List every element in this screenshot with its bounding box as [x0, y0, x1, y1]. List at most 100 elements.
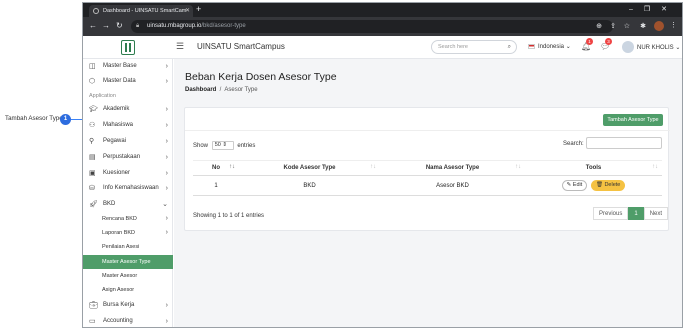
column-header-kode[interactable]: Kode Asesor Type ↑↓: [239, 160, 380, 176]
sidebar-item-pegawai[interactable]: ⚲ Pegawai ›: [83, 134, 173, 149]
breadcrumb: Dashboard / Asesor Type: [185, 87, 258, 93]
logo-icon[interactable]: [121, 40, 135, 55]
chevron-right-icon: ›: [165, 229, 168, 236]
sidebar-item-perpustakaan[interactable]: ▤ Perpustakaan ›: [83, 150, 173, 165]
extensions-icon[interactable]: ✱: [640, 22, 646, 30]
sidebar-item-akademik[interactable]: 🎓︎ Akademik ›: [83, 102, 173, 117]
briefcase-icon: 💼︎: [89, 302, 98, 309]
sidebar-item-label: Pegawai: [103, 138, 127, 144]
trash-icon: 🗑︎: [595, 182, 603, 188]
sidebar-sub-rencana-bkd[interactable]: Rencana BKD ›: [83, 212, 173, 226]
message-icon[interactable]: 💬︎ 3: [600, 38, 612, 51]
search-input[interactable]: Search here ⌕: [431, 40, 517, 54]
sidebar-item-accounting[interactable]: ▭ Accounting ›: [83, 314, 173, 327]
sidebar-sub-label: Penilaian Asesi: [102, 244, 140, 250]
reload-icon[interactable]: ↻: [116, 21, 123, 30]
sidebar-item-bkd[interactable]: 🚀︎ BKD ⌄: [83, 197, 173, 212]
breadcrumb-root[interactable]: Dashboard: [185, 87, 216, 93]
header-label: Nama Asesor Type: [425, 165, 480, 171]
sidebar-sub-label: Master Asesor Type: [102, 259, 151, 265]
entries-control: Show 50 ⇕ entries: [193, 141, 255, 150]
menu-icon[interactable]: ☰: [176, 41, 184, 52]
graduation-cap-icon: 🎓︎: [89, 106, 98, 113]
pencil-icon: ✎: [566, 182, 572, 188]
sidebar-sub-asign-asesor[interactable]: Asign Asesor: [83, 283, 173, 297]
sidebar-item-mahasiswa[interactable]: ⚇ Mahasiswa ›: [83, 118, 173, 133]
chevron-right-icon: ›: [165, 78, 168, 85]
language-select[interactable]: Indonesia ⌄: [528, 43, 571, 50]
message-badge: 3: [605, 38, 612, 45]
url-field[interactable]: 🔒︎ uinsatu.mbagroup.io/bkd/asesor-type: [131, 20, 613, 33]
chevron-down-icon: ⌄: [162, 201, 168, 208]
sidebar-item-master-data[interactable]: ⬡ Master Data ›: [83, 74, 173, 89]
sidebar-item-label: Info Kemahasiswaan: [103, 185, 159, 191]
rocket-icon: 🚀︎: [89, 201, 98, 208]
delete-button[interactable]: 🗑︎ Delete: [590, 180, 626, 191]
more-icon[interactable]: ⋮: [670, 21, 677, 29]
column-header-nama[interactable]: Nama Asesor Type ↑↓: [380, 160, 525, 176]
table-info: Showing 1 to 1 of 1 entries: [193, 213, 265, 219]
sidebar-sub-label: Rencana BKD: [102, 216, 137, 222]
window-controls[interactable]: –❐✕: [629, 5, 678, 13]
sidebar: ◫ Master Base › ⬡ Master Data › Application …: [83, 59, 173, 327]
page-title: Beban Kerja Dosen Asesor Type: [185, 71, 337, 83]
sidebar-item-label: Kuesioner: [103, 170, 131, 176]
sidebar-item-info-kemahasiswaan[interactable]: ⛁ Info Kemahasiswaan ›: [83, 181, 173, 196]
edit-button[interactable]: ✎ Edit: [561, 180, 588, 191]
next-page-button[interactable]: Next: [643, 207, 669, 220]
sidebar-item-bursa-kerja[interactable]: 💼︎ Bursa Kerja ›: [83, 298, 173, 313]
chevron-right-icon: ›: [165, 318, 168, 325]
entries-select[interactable]: 50 ⇕: [211, 141, 234, 150]
table-card: Tambah Asesor Type Show 50 ⇕ entries Sea…: [184, 107, 670, 231]
sidebar-sub-master-asesor[interactable]: Master Asesor: [83, 269, 173, 283]
star-icon[interactable]: ☆: [624, 22, 630, 30]
entries-value: 50: [214, 142, 221, 148]
previous-page-button[interactable]: Previous: [593, 207, 629, 220]
chevron-right-icon: ›: [165, 154, 168, 161]
sidebar-item-kuesioner[interactable]: ▣ Kuesioner ›: [83, 166, 173, 181]
flag-icon: [528, 43, 535, 49]
tab-title: Dashboard - UINSATU SmartCam: [103, 8, 187, 14]
page-1-button[interactable]: 1: [628, 207, 644, 220]
search-label: Search:: [563, 141, 584, 147]
back-icon[interactable]: ←: [89, 21, 97, 30]
column-header-tools[interactable]: Tools ↑↓: [525, 160, 662, 176]
lock-icon: 🔒︎: [136, 23, 140, 29]
browser-tab[interactable]: Dashboard - UINSATU SmartCam ✕: [89, 5, 193, 17]
bell-icon[interactable]: 🔔︎ 1: [581, 38, 593, 51]
zoom-icon[interactable]: ⊕: [596, 22, 602, 30]
pagination: Previous 1 Next: [593, 207, 669, 220]
add-asesor-type-button[interactable]: Tambah Asesor Type: [603, 114, 663, 126]
column-header-no[interactable]: No ↑↓: [193, 160, 239, 176]
chevron-right-icon: ›: [165, 106, 168, 113]
brand-title: UINSATU SmartCampus: [197, 42, 285, 51]
sidebar-sub-label: Asign Asesor: [102, 287, 135, 293]
sidebar-sub-laporan-bkd[interactable]: Laporan BKD ›: [83, 226, 173, 240]
sidebar-item-master-base[interactable]: ◫ Master Base ›: [83, 59, 173, 74]
delete-label: Delete: [604, 182, 621, 188]
database-icon: ⛁: [89, 185, 95, 192]
sort-icon: ↑↓: [229, 164, 235, 170]
url-host: uinsatu.mbagroup.io: [147, 23, 202, 29]
sort-icon: ↑↓: [652, 164, 658, 170]
new-tab-icon[interactable]: +: [196, 4, 201, 14]
cell-nama: Asesor BKD: [380, 175, 525, 196]
table-search-input[interactable]: [586, 137, 662, 149]
chevron-down-icon: ⌄: [565, 44, 571, 50]
sidebar-sub-master-asesor-type[interactable]: Master Asesor Type: [83, 255, 173, 269]
close-tab-icon[interactable]: ✕: [185, 5, 190, 17]
user-name-label: NUR KHOLIS: [637, 45, 674, 51]
user-icon: ⚲: [89, 138, 95, 145]
chevron-right-icon: ›: [165, 63, 168, 70]
sidebar-sub-penilaian-asesi[interactable]: Penilaian Asesi: [83, 240, 173, 254]
cube-icon: ⬡: [89, 78, 96, 85]
entries-label: entries: [237, 143, 256, 150]
clipboard-icon: ▣: [89, 170, 96, 177]
forward-icon[interactable]: →: [102, 21, 110, 30]
profile-avatar-icon[interactable]: [654, 21, 664, 31]
user-name[interactable]: NUR KHOLIS ⌄: [637, 44, 680, 51]
search-icon[interactable]: ⌕: [508, 41, 511, 53]
sidebar-item-label: Perpustakaan: [103, 154, 141, 160]
avatar[interactable]: [622, 41, 634, 53]
share-icon[interactable]: ⇪: [610, 22, 616, 30]
